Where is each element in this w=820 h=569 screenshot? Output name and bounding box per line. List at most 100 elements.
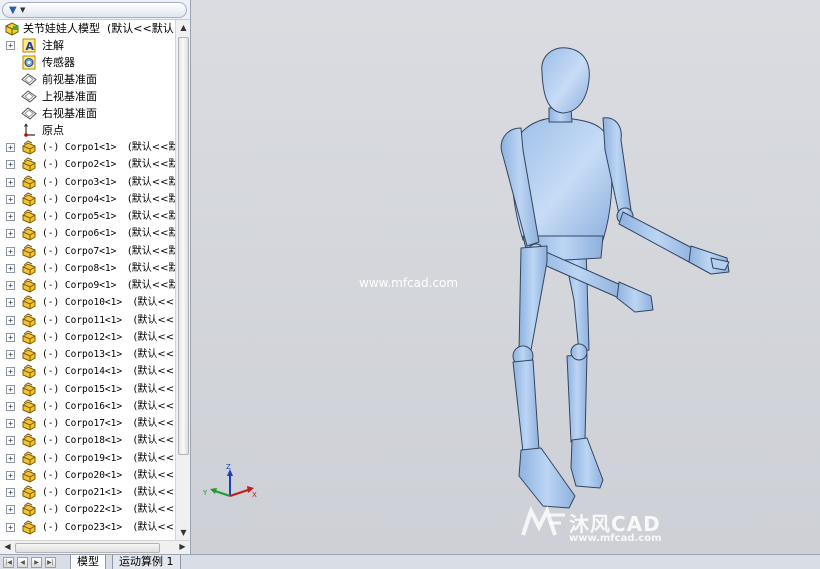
triad-x-label: X [252,491,257,499]
first-tab-icon[interactable]: |◀ [3,557,14,568]
tree-item-label: (-) Corpo11<1> (默认<<鬻 [42,314,175,326]
tree-item-label: 注解 [42,39,64,52]
expand-icon[interactable]: + [6,419,15,428]
tree-item-part[interactable]: + (-) Corpo6<1> (默认<<默 [0,225,175,242]
tree-item-part[interactable]: + (-) Corpo15<1> (默认<<鬻 [0,381,175,398]
tree-item-sensors[interactable]: 传感器 [0,54,175,71]
tree-item-part[interactable]: + (-) Corpo20<1> (默认<<鬻 [0,467,175,484]
prev-tab-icon[interactable]: ◀ [17,557,28,568]
next-tab-icon[interactable]: ▶ [31,557,42,568]
tree-item-part[interactable]: + (-) Corpo16<1> (默认<<鬻 [0,398,175,415]
part-icon [21,226,37,241]
tree-vertical-scrollbar[interactable]: ▲ ▼ [175,20,190,540]
part-icon [21,485,37,500]
tree-item-label: 原点 [42,124,64,137]
part-icon [21,261,37,276]
tree-item-label: (-) Corpo21<1> (默认<<鬻 [42,487,175,498]
tree-item-part[interactable]: + (-) Corpo18<1> (默认<<鬻 [0,432,175,449]
scroll-thumb[interactable] [15,543,160,553]
tree-item-origin[interactable]: 原点 [0,122,175,139]
expand-icon[interactable]: + [6,488,15,497]
expand-icon[interactable]: + [6,350,15,359]
expand-icon[interactable]: + [6,384,15,394]
tree-item-annotations[interactable]: + A 注解 [0,37,175,54]
tree-root-label: 关节娃娃人模型 (默认<<默认 [23,22,174,35]
expand-icon[interactable]: + [6,177,15,187]
scroll-left-icon[interactable]: ◀ [0,540,15,554]
part-icon [21,278,37,293]
scroll-thumb[interactable] [178,37,189,455]
plane-icon [21,89,37,104]
tree-item-part[interactable]: + (-) Corpo3<1> (默认<<默 [0,174,175,191]
expand-icon[interactable]: + [6,522,15,532]
tree-item-part[interactable]: + (-) Corpo13<1> (默认<<鬻 [0,346,175,363]
tree-item-part[interactable]: + (-) Corpo10<1> (默认<<鬻 [0,294,175,311]
expand-icon[interactable]: + [6,315,15,325]
tree-item-part[interactable]: + (-) Corpo22<1> (默认<<鬻 [0,501,175,518]
tab-motion-study[interactable]: 运动算例 1 [112,555,181,569]
tree-horizontal-scrollbar[interactable]: ◀ ▶ [0,540,190,554]
tree-item-label: (-) Corpo2<1> (默认<<默 [42,159,175,171]
tree-item-part[interactable]: + (-) Corpo12<1> (默认<<鬻 [0,329,175,346]
tree-item-right-plane[interactable]: 右视基准面 [0,105,175,122]
part-icon [21,157,37,172]
tab-model[interactable]: 模型 [70,555,106,569]
tree-item-part[interactable]: + (-) Corpo11<1> (默认<<鬻 [0,312,175,329]
tree-item-part[interactable]: + (-) Corpo4<1> (默认<<默 [0,191,175,208]
tree-item-part[interactable]: + (-) Corpo9<1> (默认<<默 [0,277,175,294]
tree-item-label: (-) Corpo5<1> (默认<<默 [42,211,175,222]
mannequin-model[interactable] [191,0,820,554]
tree-item-front-plane[interactable]: 前视基准面 [0,71,175,88]
tree-item-part[interactable]: + (-) Corpo1<1> (默认<<默 [0,139,175,156]
tree-item-label: (-) Corpo6<1> (默认<<默 [42,228,175,240]
chevron-down-icon: ▼ [20,6,26,14]
expand-icon[interactable]: + [6,41,15,50]
expand-icon[interactable]: + [6,298,15,308]
graphics-viewport[interactable]: www.mfcad.com Z X Y 沐风CAD www.mfcad.com [191,0,820,554]
tree-item-part[interactable]: + (-) Corpo23<1> (默认<<鬻 [0,519,175,536]
scroll-down-icon[interactable]: ▼ [176,525,191,540]
expand-icon[interactable]: + [6,246,15,256]
tree-item-part[interactable]: + (-) Corpo21<1> (默认<<鬻 [0,484,175,501]
last-tab-icon[interactable]: ▶| [45,557,56,568]
feature-manager-panel: ▼ ▼ 关节娃娃人模型 (默认<<默认 + A 注解 传感器 前视基准面 上视基… [0,0,191,554]
coordinate-triad: Z X Y [203,464,257,499]
expand-icon[interactable]: + [6,143,15,152]
tree-item-part[interactable]: + (-) Corpo5<1> (默认<<默 [0,208,175,225]
tree-item-part[interactable]: + (-) Corpo19<1> (默认<<鬻 [0,450,175,467]
origin-icon [21,123,37,138]
expand-icon[interactable]: + [6,436,15,446]
expand-icon[interactable]: + [6,470,15,480]
expand-icon[interactable]: + [6,194,15,204]
assembly-icon [4,21,20,36]
expand-icon[interactable]: + [6,505,15,515]
expand-icon[interactable]: + [6,367,15,377]
expand-icon[interactable]: + [6,263,15,273]
tree-item-label: (-) Corpo10<1> (默认<<鬻 [42,297,175,309]
part-icon [21,192,37,207]
scroll-right-icon[interactable]: ▶ [175,540,190,554]
tree-item-label: (-) Corpo3<1> (默认<<默 [42,176,175,188]
tree-item-part[interactable]: + (-) Corpo8<1> (默认<<默 [0,260,175,277]
tree-item-part[interactable]: + (-) Corpo17<1> (默认<<鬻 [0,415,175,432]
expand-icon[interactable]: + [6,401,15,411]
tree-root-assembly[interactable]: 关节娃娃人模型 (默认<<默认 [0,20,175,37]
part-icon [21,364,37,379]
triad-y-label: Y [203,489,208,497]
bottom-tab-bar: |◀ ◀ ▶ ▶| 模型 运动算例 1 [0,554,820,569]
scroll-up-icon[interactable]: ▲ [176,20,191,35]
tree-item-top-plane[interactable]: 上视基准面 [0,88,175,105]
tree-item-label: (-) Corpo9<1> (默认<<默 [42,280,175,291]
expand-icon[interactable]: + [6,453,15,463]
tree-item-part[interactable]: + (-) Corpo2<1> (默认<<默 [0,156,175,173]
expand-icon[interactable]: + [6,332,15,342]
expand-icon[interactable]: + [6,281,15,290]
tree-item-part[interactable]: + (-) Corpo7<1> (默认<<默 [0,243,175,260]
triad-z-label: Z [226,464,231,471]
expand-icon[interactable]: + [6,212,15,221]
expand-icon[interactable]: + [6,229,15,239]
filter-button[interactable]: ▼ ▼ [2,2,187,18]
part-icon [21,174,37,190]
expand-icon[interactable]: + [6,160,15,170]
tree-item-part[interactable]: + (-) Corpo14<1> (默认<<鬻 [0,363,175,380]
